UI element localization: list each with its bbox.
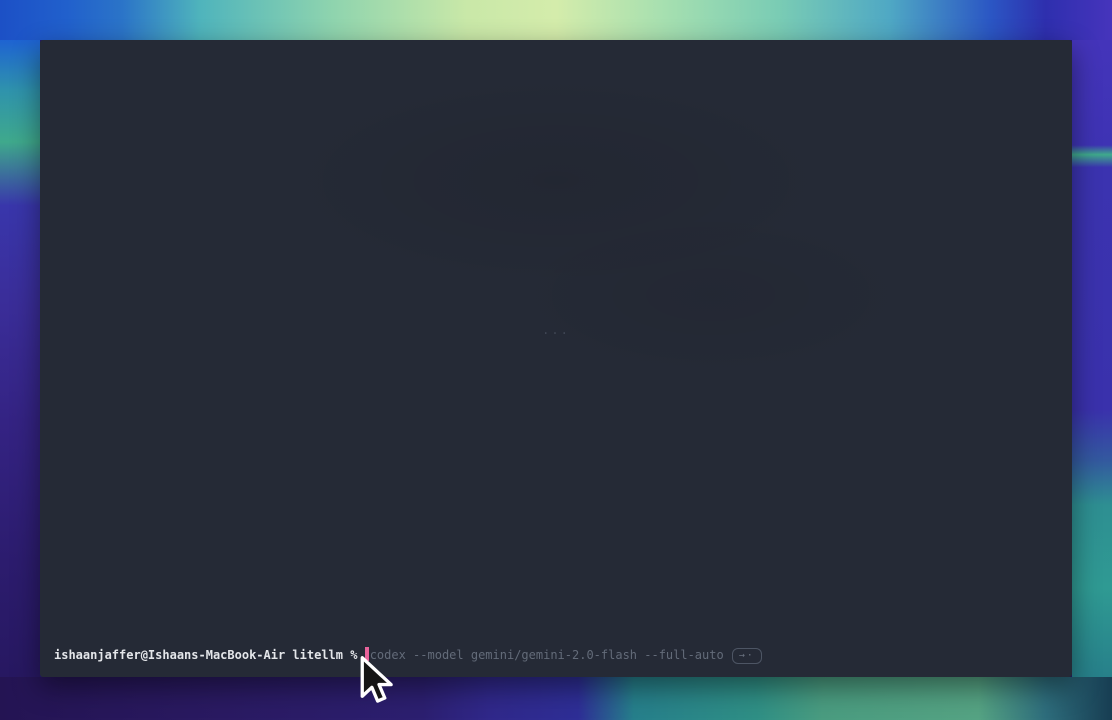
text-cursor	[365, 647, 369, 661]
wallpaper-top-strip	[0, 0, 1112, 40]
prompt-symbol: %	[350, 648, 357, 662]
terminal-prompt-line[interactable]: ishaanjaffer@Ishaans-MacBook-Air litellm…	[54, 647, 762, 663]
desktop: ... ishaanjaffer@Ishaans-MacBook-Air lit…	[0, 0, 1112, 720]
terminal-window[interactable]: ... ishaanjaffer@Ishaans-MacBook-Air lit…	[40, 40, 1072, 677]
arrow-right-icon: →·	[739, 650, 755, 661]
accept-suggestion-hint-badge: →·	[732, 648, 762, 664]
prompt-user-host: ishaanjaffer@Ishaans-MacBook-Air	[54, 648, 285, 662]
wallpaper-bottom-strip	[0, 677, 1112, 720]
loading-ellipsis: ...	[542, 323, 570, 337]
wallpaper-right-strip	[1072, 40, 1112, 677]
prompt-directory: litellm	[292, 648, 343, 662]
wallpaper-left-strip	[0, 40, 40, 677]
autosuggestion-text: codex --model gemini/gemini-2.0-flash --…	[370, 648, 724, 662]
